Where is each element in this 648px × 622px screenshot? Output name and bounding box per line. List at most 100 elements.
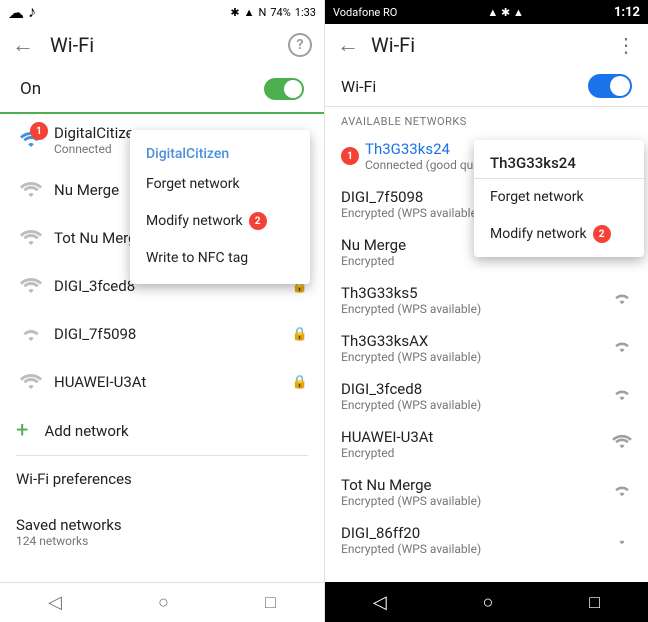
- rnetwork-info-th3g33ksax: Th3G33ksAX Encrypted (WPS available): [341, 332, 481, 364]
- rnetwork-status-digi86ff20: Encrypted (WPS available): [341, 542, 481, 556]
- help-button[interactable]: ?: [288, 33, 312, 57]
- ctx-nfc-label: Write to NFC tag: [146, 250, 248, 266]
- wifi-icon-totnumerge-r: [612, 482, 632, 502]
- ctx-nfc-tag[interactable]: Write to NFC tag: [130, 240, 310, 276]
- rnetwork-name-nomerge: Nu Merge: [341, 236, 406, 254]
- network-item-digi7f5098[interactable]: DIGI_7f5098 🔒: [0, 310, 324, 358]
- rnetwork-status-digi3fced8-r: Encrypted (WPS available): [341, 398, 481, 412]
- wifi-icon-digi3fced8-r: [612, 386, 632, 406]
- status-icons-right: ▲ ✱ ▲: [487, 6, 523, 19]
- wifi-icon-digi7f5098: [16, 325, 46, 343]
- nav-bar-right: ◁ ○ □: [325, 582, 648, 622]
- rnetwork-name-digi7f5098: DIGI_7f5098: [341, 188, 481, 206]
- context-menu-right: Th3G33ks24 Forget network Modify network…: [474, 140, 644, 257]
- nav-back-left[interactable]: ◁: [48, 592, 62, 613]
- wifi-toggle-label: On: [20, 79, 41, 99]
- rnetwork-info-digi7f5098: DIGI_7f5098 Encrypted (WPS available): [341, 188, 481, 220]
- nav-home-right[interactable]: ○: [483, 592, 494, 613]
- time-left: 1:33: [295, 6, 316, 19]
- ctx-header-left: DigitalCitizen: [130, 138, 310, 166]
- rnetwork-name-th3g33ks5: Th3G33ks5: [341, 284, 481, 302]
- add-network-button[interactable]: + Add network: [0, 406, 324, 455]
- wifi-icon-nomerge: [16, 181, 46, 199]
- page-title-left: Wi-Fi: [50, 33, 272, 57]
- rnetwork-info-digi3fced8-r: DIGI_3fced8 Encrypted (WPS available): [341, 380, 481, 412]
- ctx-modify-network[interactable]: Modify network 2: [130, 202, 310, 240]
- battery-left: 74%: [270, 6, 290, 19]
- wifi-icon-th3g33ks5: [612, 290, 632, 310]
- status-bar-left: ☁ ♪ ✱ ▲ N 74% 1:33: [0, 0, 324, 24]
- add-icon: +: [16, 418, 28, 443]
- rnetwork-status-th3g33ks5: Encrypted (WPS available): [341, 302, 481, 316]
- wifi-toggle-right[interactable]: [588, 74, 632, 98]
- cloud-icon: ☁: [8, 3, 24, 22]
- ctx-r-modify-badge: 2: [593, 225, 611, 243]
- rnetwork-status-nomerge: Encrypted: [341, 254, 406, 268]
- rnetwork-info-huawei-r: HUAWEI-U3At Encrypted: [341, 428, 433, 460]
- rnetwork-item-digi86ff20[interactable]: DIGI_86ff20 Encrypted (WPS available): [325, 516, 648, 564]
- ctx-modify-badge: 2: [249, 212, 267, 230]
- badge-digitalcitizen: 1: [30, 122, 48, 140]
- rnetwork-name-digi86ff20: DIGI_86ff20: [341, 524, 481, 542]
- nav-recent-right[interactable]: □: [589, 592, 600, 613]
- section-header-available: AVAILABLE NETWORKS: [325, 107, 648, 132]
- rnetwork-item-digi3fced8-r[interactable]: DIGI_3fced8 Encrypted (WPS available): [325, 372, 648, 420]
- rnetwork-status-th3g33ksax: Encrypted (WPS available): [341, 350, 481, 364]
- saved-networks-item[interactable]: Saved networks 124 networks: [0, 502, 324, 562]
- wifi-icon-huawei: [16, 373, 46, 391]
- network-item-huawei[interactable]: HUAWEI-U3At 🔒: [0, 358, 324, 406]
- wifi-row-right: Wi-Fi: [325, 66, 648, 107]
- ctx-r-forget-network[interactable]: Forget network: [474, 179, 644, 215]
- saved-networks-label: Saved networks: [16, 516, 308, 534]
- ctx-r-modify-network[interactable]: Modify network 2: [474, 215, 644, 253]
- more-options-button[interactable]: ⋮: [616, 33, 636, 57]
- network-info-digi7f5098: DIGI_7f5098: [54, 325, 288, 343]
- nav-bar-left: ◁ ○ □: [0, 582, 324, 622]
- signal-icon: ▲: [244, 6, 255, 19]
- toolbar-left: ← Wi-Fi ?: [0, 24, 324, 66]
- network-info-huawei: HUAWEI-U3At: [54, 373, 288, 391]
- nav-home-left[interactable]: ○: [158, 592, 169, 613]
- ctx-forget-label: Forget network: [146, 176, 240, 192]
- back-button-left[interactable]: ←: [12, 32, 34, 58]
- ctx-r-forget-label: Forget network: [490, 189, 584, 205]
- wifi-toggle-switch[interactable]: [264, 78, 304, 100]
- wifi-preferences-label: Wi-Fi preferences: [16, 470, 308, 488]
- rnetwork-name-huawei-r: HUAWEI-U3At: [341, 428, 433, 446]
- lock-icon-huawei: 🔒: [292, 375, 308, 390]
- nav-back-right[interactable]: ◁: [373, 592, 387, 613]
- wifi-icon-digi86ff20: [612, 530, 632, 550]
- bluetooth-icon: ✱: [230, 6, 239, 19]
- ctx-modify-label: Modify network: [146, 213, 243, 229]
- rnetwork-status-totnumerge-r: Encrypted (WPS available): [341, 494, 481, 508]
- wifi-icon-totnumerge: [16, 229, 46, 247]
- rnetwork-name-digi3fced8-r: DIGI_3fced8: [341, 380, 481, 398]
- back-button-right[interactable]: ←: [337, 32, 359, 58]
- toolbar-right: ← Wi-Fi ⋮: [325, 24, 648, 66]
- network-name-huawei: HUAWEI-U3At: [54, 373, 288, 391]
- nfc-icon: N: [259, 6, 267, 19]
- rnetwork-item-totnumerge-r[interactable]: Tot Nu Merge Encrypted (WPS available): [325, 468, 648, 516]
- add-network-label: Add network: [44, 422, 128, 440]
- rnetwork-item-huawei-r[interactable]: HUAWEI-U3At Encrypted: [325, 420, 648, 468]
- nav-recent-left[interactable]: □: [265, 592, 276, 613]
- wifi-preferences-item[interactable]: Wi-Fi preferences: [0, 456, 324, 502]
- rnetwork-name-totnumerge-r: Tot Nu Merge: [341, 476, 481, 494]
- ctx-r-modify-label: Modify network: [490, 226, 587, 242]
- wifi-label-right: Wi-Fi: [341, 77, 588, 96]
- badge-th3g33ks24: 1: [341, 147, 359, 165]
- rnetwork-item-th3g33ksax[interactable]: Th3G33ksAX Encrypted (WPS available): [325, 324, 648, 372]
- network-name-digi7f5098: DIGI_7f5098: [54, 325, 288, 343]
- carrier-label: Vodafone RO: [333, 6, 397, 19]
- music-icon: ♪: [28, 2, 36, 22]
- right-panel: Vodafone RO ▲ ✱ ▲ 1:12 ← Wi-Fi ⋮ Wi-Fi A…: [325, 0, 648, 622]
- page-title-right: Wi-Fi: [371, 33, 604, 57]
- wifi-icon-digi3fced8: [16, 277, 46, 295]
- left-panel: ☁ ♪ ✱ ▲ N 74% 1:33 ← Wi-Fi ? On 1: [0, 0, 324, 622]
- rnetwork-info-digi86ff20: DIGI_86ff20 Encrypted (WPS available): [341, 524, 481, 556]
- time-right: 1:12: [614, 5, 640, 20]
- rnetwork-item-th3g33ks5[interactable]: Th3G33ks5 Encrypted (WPS available): [325, 276, 648, 324]
- rnetwork-status-digi7f5098: Encrypted (WPS available): [341, 206, 481, 220]
- ctx-forget-network[interactable]: Forget network: [130, 166, 310, 202]
- rnetwork-status-huawei-r: Encrypted: [341, 446, 433, 460]
